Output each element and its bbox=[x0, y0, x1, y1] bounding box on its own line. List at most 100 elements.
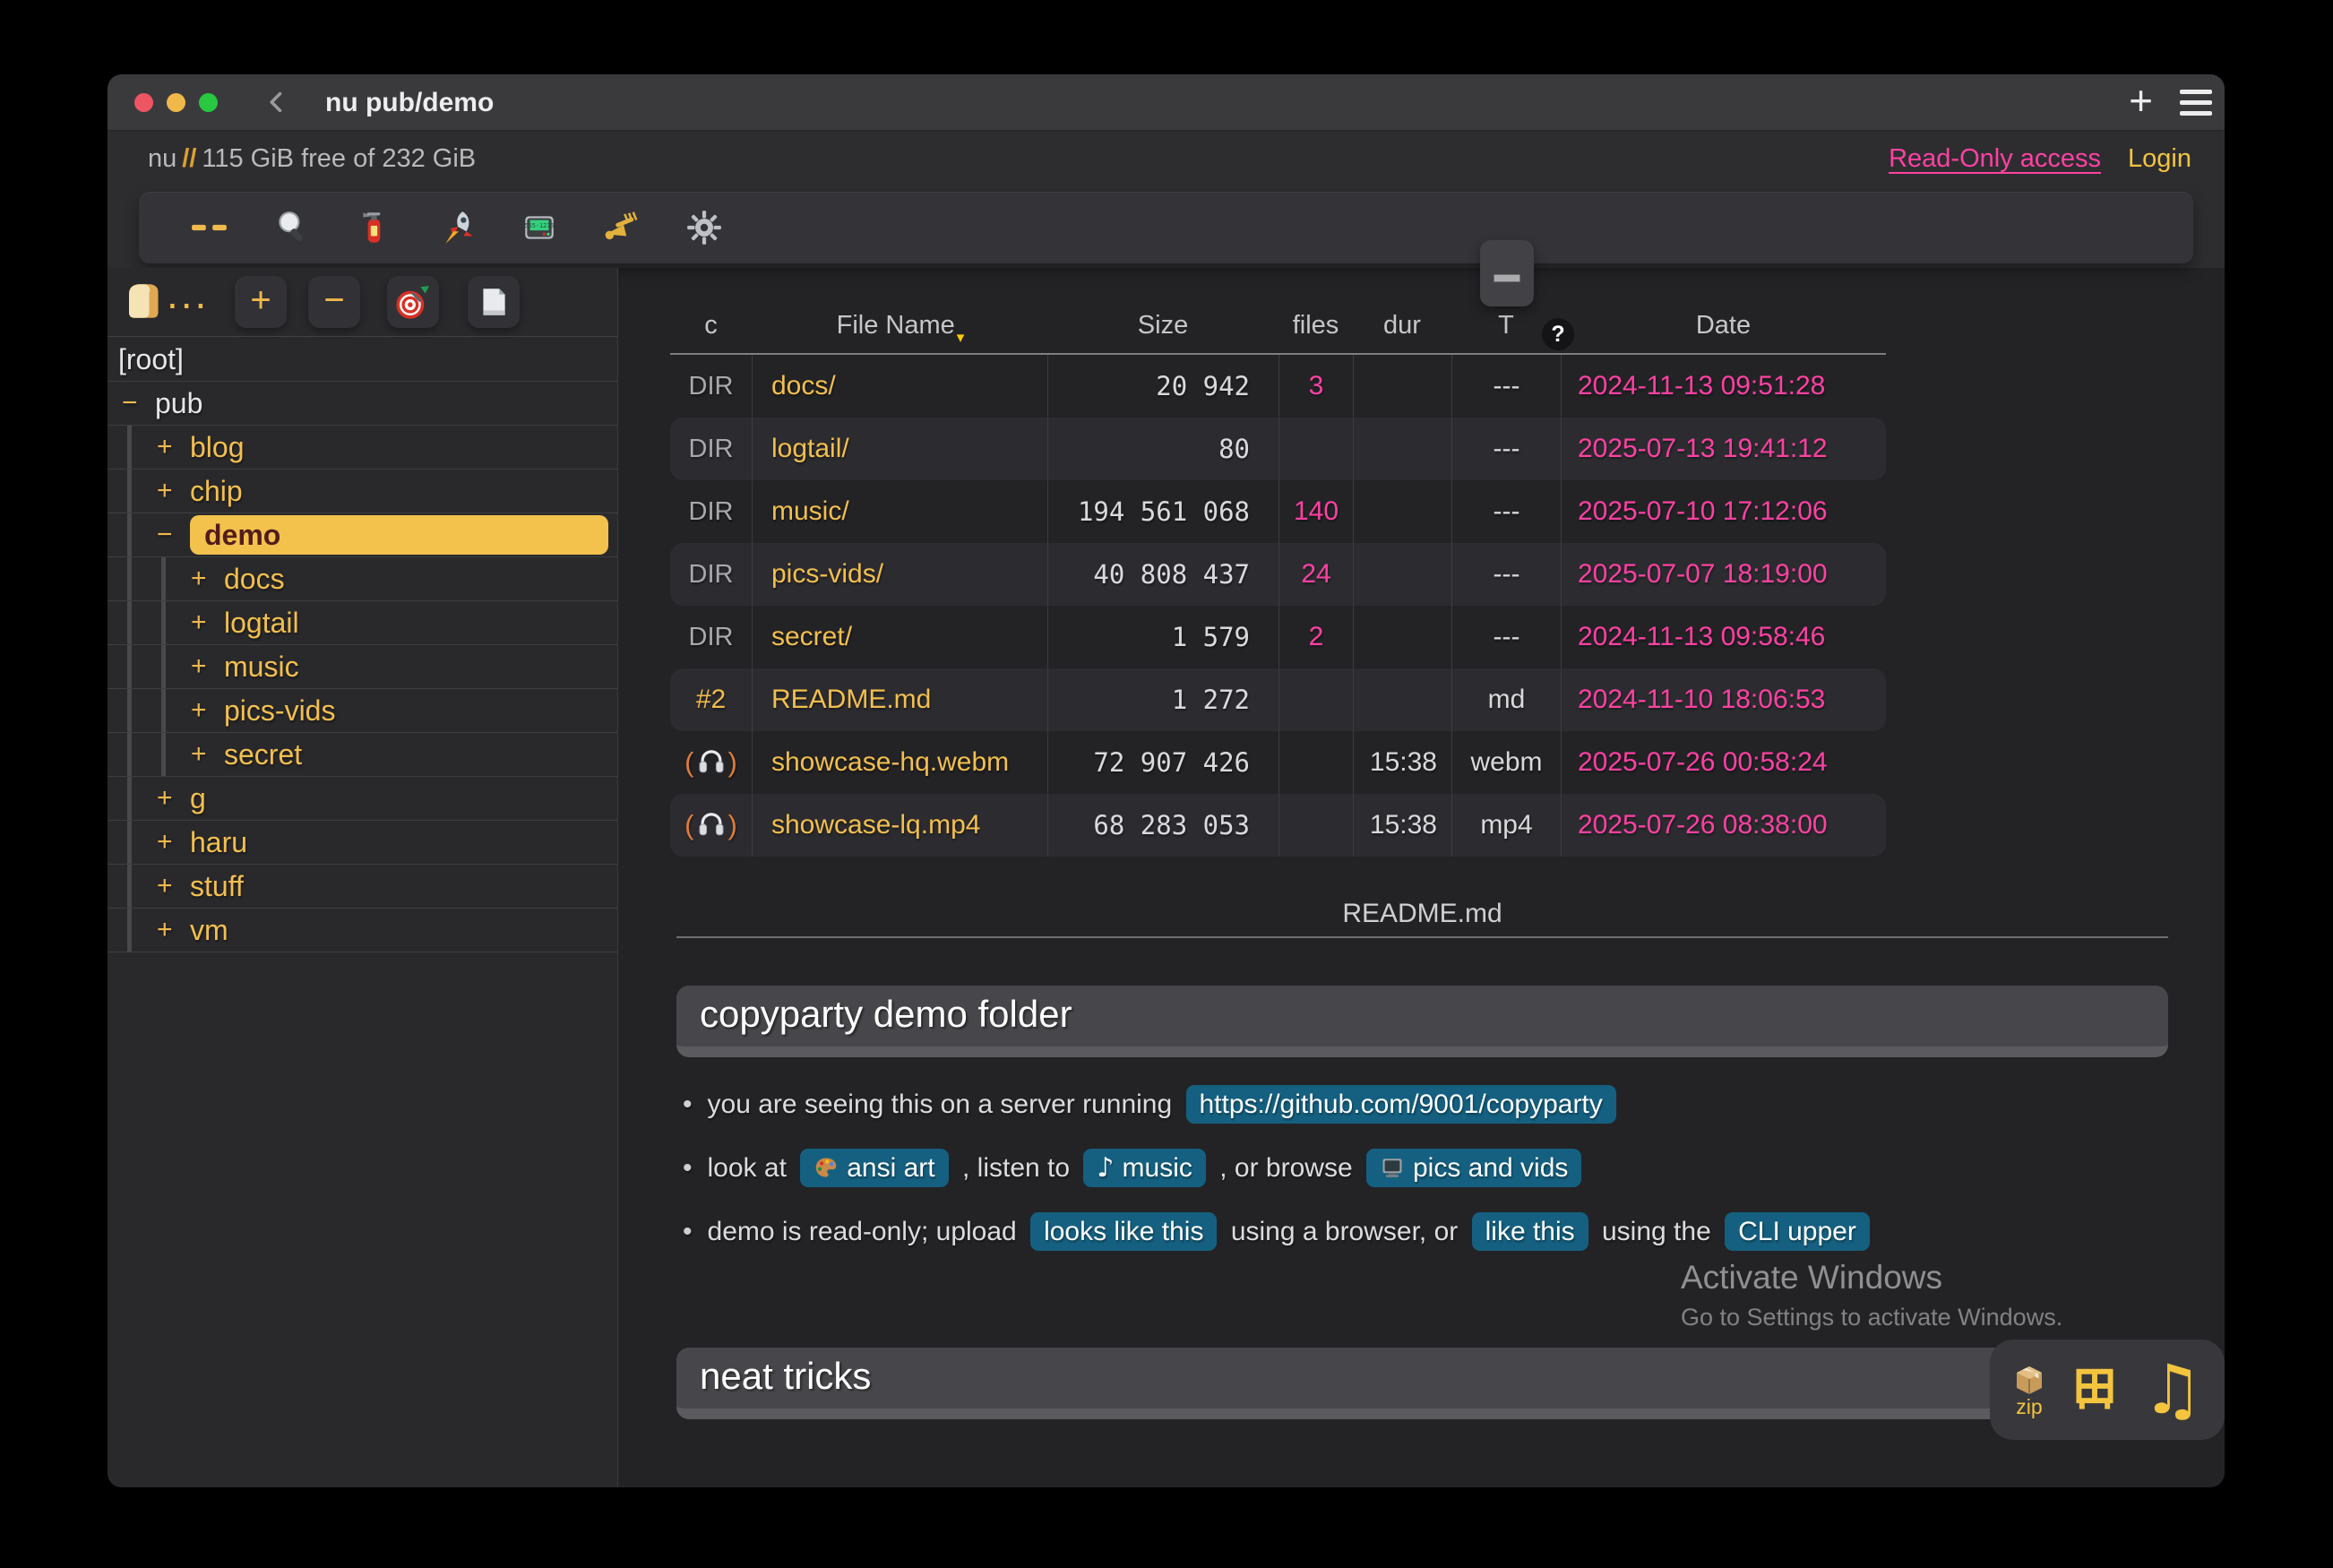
tree-item-chip[interactable]: +chip bbox=[108, 470, 617, 513]
tree-item-pics-vids[interactable]: +pics-vids bbox=[108, 689, 617, 733]
tree-toggle[interactable]: + bbox=[191, 564, 224, 594]
bread-icon[interactable] bbox=[120, 279, 165, 323]
tree-item-label: blog bbox=[190, 431, 245, 464]
file-name-link[interactable]: docs/ bbox=[752, 355, 1047, 418]
tree-item-pub[interactable]: −pub bbox=[108, 382, 617, 426]
column-header-date[interactable]: Date bbox=[1561, 311, 1886, 340]
sidebar-collapse-button[interactable]: − bbox=[308, 276, 360, 328]
tree-item-g[interactable]: +g bbox=[108, 777, 617, 821]
readonly-access-link[interactable]: Read-Only access bbox=[1889, 144, 2101, 174]
file-row[interactable]: DIRdocs/20 9423---2024-11-13 09:51:28 bbox=[670, 355, 1886, 418]
tree-item-music[interactable]: +music bbox=[108, 645, 617, 689]
file-row[interactable]: #2README.md1 272md2024-11-10 18:06:53 bbox=[670, 668, 1886, 731]
tree-item-root[interactable]: [root] bbox=[108, 338, 617, 382]
toolbar-hide-crumbs-button[interactable] bbox=[191, 209, 228, 246]
file-row[interactable]: DIRpics-vids/40 808 43724---2025-07-07 1… bbox=[670, 543, 1886, 606]
tree-toggle[interactable]: + bbox=[157, 476, 190, 506]
readme-bullets: •you are seeing this on a server running… bbox=[683, 1083, 2224, 1274]
gear-icon bbox=[685, 209, 723, 246]
tree-toggle[interactable]: + bbox=[191, 695, 224, 726]
bread-dots[interactable]: ... bbox=[167, 270, 209, 318]
column-header-files[interactable]: files bbox=[1278, 311, 1353, 340]
help-badge[interactable]: ? bbox=[1542, 318, 1574, 350]
tree-toggle[interactable]: + bbox=[191, 607, 224, 638]
file-count-cell: 3 bbox=[1278, 355, 1353, 418]
tree-item-docs[interactable]: +docs bbox=[108, 557, 617, 601]
duration-cell bbox=[1353, 355, 1451, 418]
date-cell: 2024-11-13 09:51:28 bbox=[1561, 355, 1886, 418]
toolbar-search-button[interactable] bbox=[273, 209, 311, 246]
file-row[interactable]: DIRsecret/1 5792---2024-11-13 09:58:46 bbox=[670, 606, 1886, 668]
back-chevron-icon[interactable] bbox=[264, 90, 289, 115]
toolbar-rocket-button[interactable] bbox=[438, 209, 476, 246]
tree-item-stuff[interactable]: +stuff bbox=[108, 865, 617, 909]
file-name-link[interactable]: README.md bbox=[752, 668, 1047, 731]
tree-toggle[interactable]: − bbox=[157, 520, 190, 550]
readme-link-chip[interactable]: pics and vids bbox=[1366, 1149, 1581, 1187]
file-name-link[interactable]: showcase-lq.mp4 bbox=[752, 794, 1047, 857]
host-info: nu//115 GiB free of 232 GiB bbox=[148, 144, 476, 174]
toolbar-trumpet-button[interactable] bbox=[603, 209, 641, 246]
duration-cell: 15:38 bbox=[1353, 794, 1451, 857]
file-name-link[interactable]: showcase-hq.webm bbox=[752, 731, 1047, 794]
music-note-icon[interactable]: ♫ bbox=[2142, 1356, 2203, 1424]
menu-icon[interactable] bbox=[2180, 90, 2212, 116]
tree-item-blog[interactable]: +blog bbox=[108, 426, 617, 470]
tree-toggle[interactable]: + bbox=[157, 783, 190, 814]
tree-item-haru[interactable]: +haru bbox=[108, 821, 617, 865]
tree-toggle[interactable]: + bbox=[191, 739, 224, 770]
login-link[interactable]: Login bbox=[2128, 144, 2191, 174]
tree-toggle[interactable]: + bbox=[191, 651, 224, 682]
bullet-text: look at bbox=[708, 1153, 795, 1183]
file-name-link[interactable]: logtail/ bbox=[752, 418, 1047, 480]
column-header-file-name[interactable]: File Name▾ bbox=[752, 311, 1047, 340]
tree-item-demo[interactable]: −demo bbox=[108, 513, 617, 557]
file-kind-cell: DIR bbox=[670, 418, 752, 480]
tree-toggle[interactable]: + bbox=[157, 915, 190, 945]
file-row[interactable]: DIRmusic/194 561 068140---2025-07-10 17:… bbox=[670, 480, 1886, 543]
zoom-window-button[interactable] bbox=[199, 93, 218, 112]
file-name-link[interactable]: music/ bbox=[752, 480, 1047, 543]
note-icon: ♪ bbox=[1097, 1152, 1114, 1184]
close-window-button[interactable] bbox=[134, 93, 153, 112]
sidebar-target-button[interactable] bbox=[387, 276, 439, 328]
column-header-dur[interactable]: dur bbox=[1353, 311, 1451, 340]
tree-item-secret[interactable]: +secret bbox=[108, 733, 617, 777]
column-header-c[interactable]: c bbox=[670, 311, 752, 340]
tree-toggle[interactable]: + bbox=[157, 432, 190, 462]
file-name-link[interactable]: pics-vids/ bbox=[752, 543, 1047, 606]
readme-link-chip[interactable]: CLI upper bbox=[1725, 1212, 1870, 1251]
tree-item-vm[interactable]: +vm bbox=[108, 909, 617, 952]
toolbar-pager-button[interactable]: 555-1275 bbox=[521, 209, 558, 246]
tree-toggle[interactable]: + bbox=[157, 827, 190, 857]
file-count-cell bbox=[1278, 794, 1353, 857]
readme-link-chip[interactable]: looks like this bbox=[1030, 1212, 1217, 1251]
toolbar-fire-extinguisher-button[interactable] bbox=[356, 209, 393, 246]
file-row[interactable]: DIRlogtail/80---2025-07-13 19:41:12 bbox=[670, 418, 1886, 480]
file-count-cell bbox=[1278, 668, 1353, 731]
readme-link-chip[interactable]: https://github.com/9001/copyparty bbox=[1186, 1085, 1616, 1124]
toolbar-settings-button[interactable] bbox=[685, 209, 723, 246]
date-cell: 2025-07-10 17:12:06 bbox=[1561, 480, 1886, 543]
tree-toggle[interactable]: − bbox=[122, 388, 155, 418]
scroll-minus-button[interactable] bbox=[1480, 240, 1534, 306]
file-kind-cell: DIR bbox=[670, 543, 752, 606]
minimize-window-button[interactable] bbox=[167, 93, 185, 112]
file-row[interactable]: ()showcase-hq.webm72 907 42615:38webm202… bbox=[670, 731, 1886, 794]
readme-link-chip[interactable]: ♪music bbox=[1083, 1149, 1206, 1187]
tree-item-logtail[interactable]: +logtail bbox=[108, 601, 617, 645]
directory-sidebar: ... +− [root]−pub+blog+chip−demo+docs+lo… bbox=[108, 268, 618, 1487]
sidebar-clipboard-button[interactable] bbox=[468, 276, 520, 328]
file-name-link[interactable]: secret/ bbox=[752, 606, 1047, 668]
file-row[interactable]: ()showcase-lq.mp468 283 05315:38mp42025-… bbox=[670, 794, 1886, 857]
readme-link-chip[interactable]: ansi art bbox=[800, 1149, 948, 1187]
new-tab-button[interactable]: + bbox=[2129, 80, 2153, 121]
tree-item-label: logtail bbox=[224, 607, 299, 640]
column-header-size[interactable]: Size bbox=[1047, 311, 1278, 340]
readme-link-chip[interactable]: like this bbox=[1472, 1212, 1588, 1251]
date-cell: 2025-07-26 00:58:24 bbox=[1561, 731, 1886, 794]
tree-toggle[interactable]: + bbox=[157, 871, 190, 901]
grid-view-icon[interactable] bbox=[2070, 1366, 2119, 1414]
zip-download-button[interactable]: zip bbox=[2011, 1361, 2047, 1419]
sidebar-expand-button[interactable]: + bbox=[235, 276, 287, 328]
